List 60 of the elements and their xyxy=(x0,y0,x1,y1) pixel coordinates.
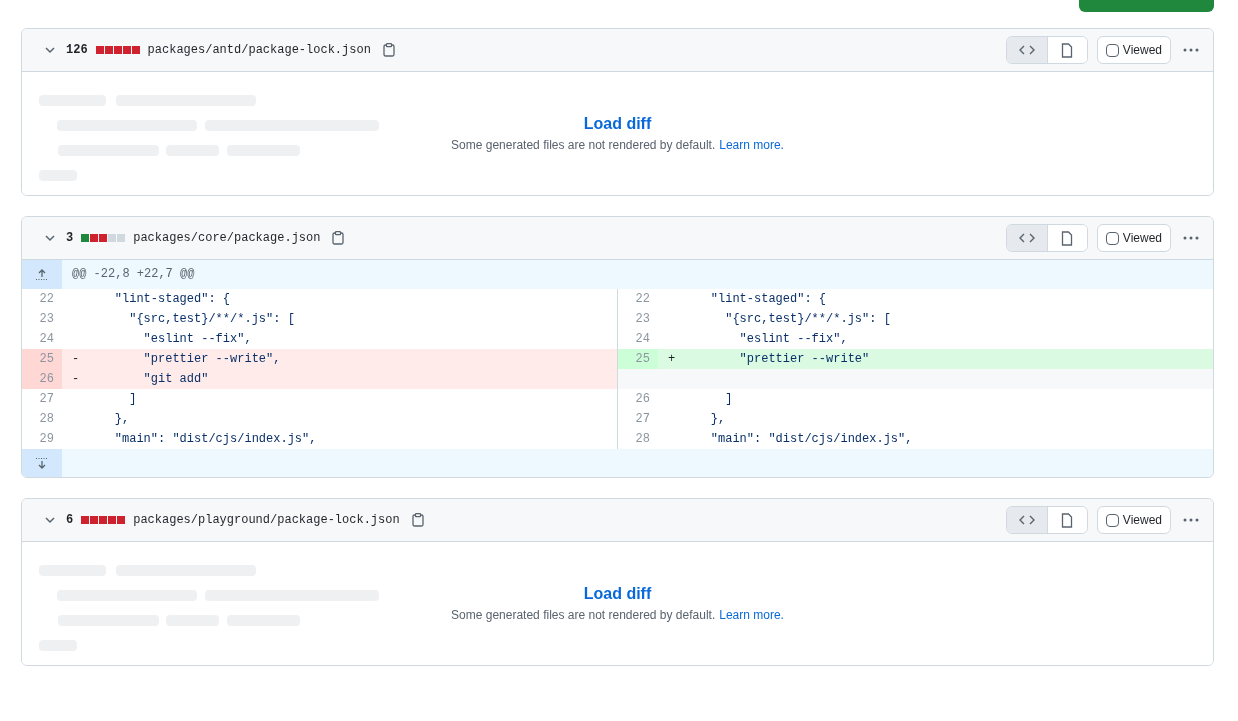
viewed-checkbox[interactable]: Viewed xyxy=(1096,506,1171,534)
viewed-checkbox[interactable]: Viewed xyxy=(1096,224,1171,252)
file-icon xyxy=(1061,512,1074,528)
diffstat-bar xyxy=(95,46,140,54)
change-count: 3 xyxy=(66,230,74,247)
diff-sign: - xyxy=(71,371,81,388)
load-diff-link[interactable]: Load diff xyxy=(583,583,652,604)
line-number: 25 xyxy=(618,349,658,369)
code-line: ] xyxy=(724,391,733,408)
copy-icon[interactable] xyxy=(411,513,424,527)
file-view-button[interactable] xyxy=(1046,507,1087,533)
code-line: "{src,test}/**/*.js": [ xyxy=(128,311,295,328)
code-line: }, xyxy=(113,411,130,428)
line-number: 26 xyxy=(22,369,62,389)
change-count: 6 xyxy=(66,512,74,529)
code-line: "prettier --write" xyxy=(738,351,870,368)
copy-icon[interactable] xyxy=(332,231,345,245)
diff-sign: - xyxy=(71,351,81,368)
code-line: "prettier --write", xyxy=(142,351,281,368)
diff-sign: + xyxy=(667,351,677,368)
diffstat-bar xyxy=(81,234,126,242)
code-line: }, xyxy=(709,411,726,428)
more-icon[interactable] xyxy=(1183,48,1199,52)
code-line: ] xyxy=(128,391,137,408)
expand-down-icon xyxy=(35,457,49,469)
learn-more-link[interactable]: Learn more. xyxy=(719,135,784,154)
code-line: "eslint --fix", xyxy=(738,331,848,348)
file-path: packages/core/package.json xyxy=(133,230,321,247)
code-line: "{src,test}/**/*.js": [ xyxy=(724,311,891,328)
file-path: packages/antd/package-lock.json xyxy=(147,42,371,59)
code-line: "lint-staged": { xyxy=(113,291,231,308)
load-diff-link[interactable]: Load diff xyxy=(583,113,652,134)
learn-more-link[interactable]: Learn more. xyxy=(719,605,784,624)
code-icon xyxy=(1018,45,1035,55)
generated-files-note: Some generated files are not rendered by default. xyxy=(451,606,716,624)
copy-icon[interactable] xyxy=(382,43,395,57)
expand-up-icon xyxy=(35,268,49,281)
code-line: "main": "dist/cjs/index.js", xyxy=(113,431,317,448)
code-line: "main": "dist/cjs/index.js", xyxy=(709,431,913,448)
code-icon xyxy=(1018,515,1035,525)
code-line: "eslint --fix", xyxy=(142,331,252,348)
file-view-button[interactable] xyxy=(1046,225,1087,251)
code-line: "lint-staged": { xyxy=(709,291,827,308)
more-icon[interactable] xyxy=(1183,518,1199,522)
file-path: packages/playground/package-lock.json xyxy=(133,512,400,529)
file-icon xyxy=(1061,42,1074,58)
chevron-down-icon[interactable] xyxy=(44,232,56,244)
chevron-down-icon[interactable] xyxy=(44,514,56,526)
diffstat-bar xyxy=(81,516,126,524)
code-icon xyxy=(1018,233,1035,243)
viewed-checkbox[interactable]: Viewed xyxy=(1096,36,1171,64)
code-line: "git add" xyxy=(142,371,209,388)
chevron-down-icon[interactable] xyxy=(44,44,56,56)
generated-files-note: Some generated files are not rendered by default. xyxy=(451,136,716,154)
hunk-header: @@ -22,8 +22,7 @@ xyxy=(72,266,195,283)
file-view-button[interactable] xyxy=(1046,37,1087,63)
file-icon xyxy=(1061,230,1074,246)
more-icon[interactable] xyxy=(1183,236,1199,240)
line-number: 25 xyxy=(22,349,62,369)
change-count: 126 xyxy=(66,42,88,59)
